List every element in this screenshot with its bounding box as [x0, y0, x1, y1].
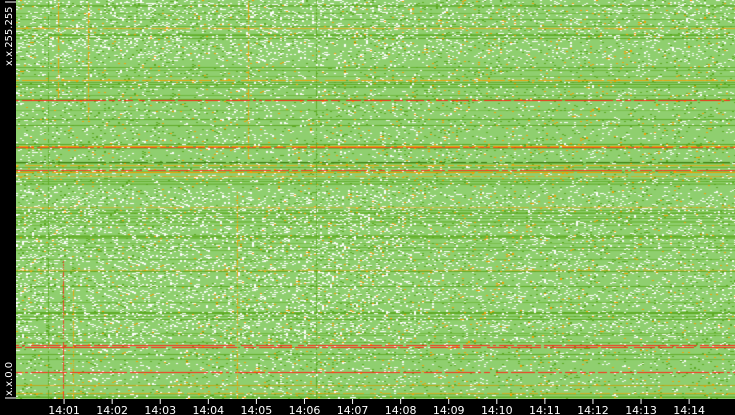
x-tick-label: 14:04	[192, 404, 224, 415]
x-tick-label: 14:03	[144, 404, 176, 415]
x-tick-label: 14:05	[241, 404, 273, 415]
x-tick-label: 14:08	[385, 404, 417, 415]
x-tick-label: 14:13	[625, 404, 657, 415]
x-tick-label: 14:10	[481, 404, 513, 415]
x-tick-label: 14:02	[96, 404, 128, 415]
y-label-bottom: x.x.0.0	[4, 362, 15, 396]
x-tick-label: 14:09	[433, 404, 465, 415]
x-tick-label: 14:06	[289, 404, 321, 415]
x-tick-label: 14:01	[48, 404, 80, 415]
x-axis: 14:01 14:02 14:03 14:04 14:05 14:06 14:07 14:08…	[48, 399, 705, 415]
x-tick-label: 14:07	[337, 404, 369, 415]
y-label-top: x.x.255.255	[4, 6, 15, 66]
x-tick-label: 14:11	[529, 404, 561, 415]
axes: 14:01 14:02 14:03 14:04 14:05 14:06 14:07 14:08…	[4, 1, 705, 415]
x-tick-label: 14:14	[673, 404, 705, 415]
heatmap-chart: 14:01 14:02 14:03 14:04 14:05 14:06 14:07 14:08…	[0, 0, 735, 415]
x-tick-label: 14:12	[577, 404, 609, 415]
